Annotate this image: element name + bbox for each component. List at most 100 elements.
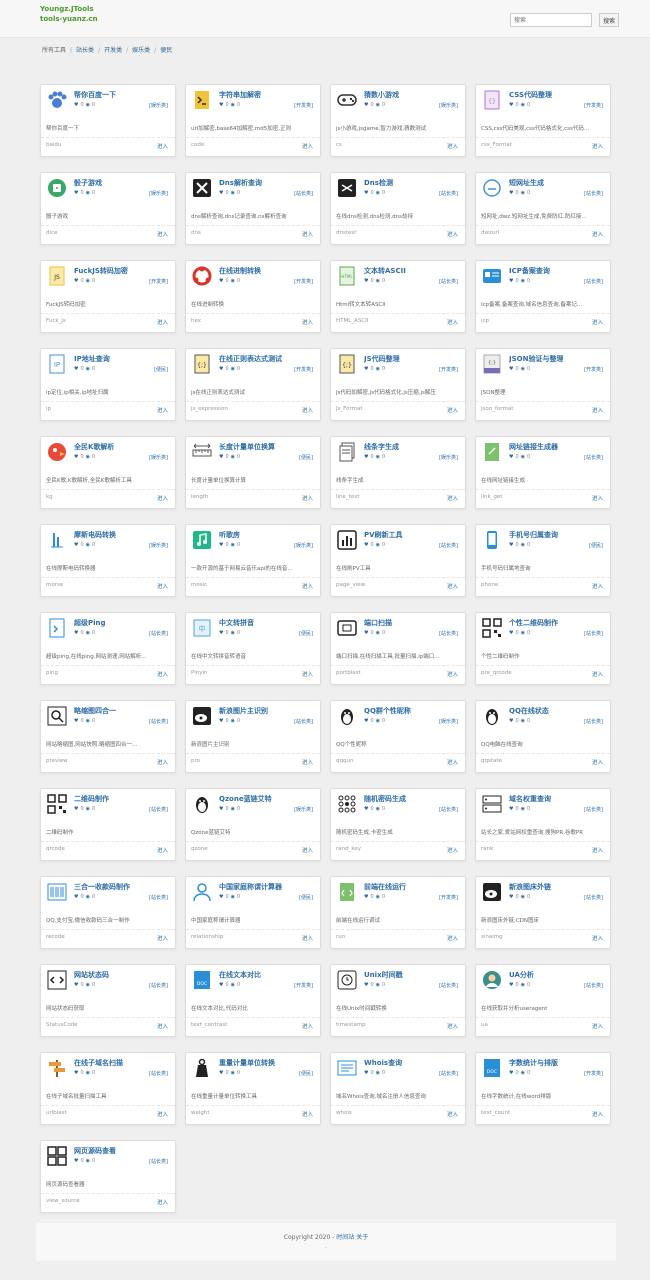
enter-link[interactable]: 进入 xyxy=(592,934,603,942)
tool-category[interactable]: [站长类] xyxy=(149,718,168,725)
enter-link[interactable]: 进入 xyxy=(302,142,313,150)
tool-category[interactable]: [站长类] xyxy=(584,454,603,461)
tool-title[interactable]: Dns检测 xyxy=(364,178,393,188)
enter-link[interactable]: 进入 xyxy=(592,318,603,326)
tool-category[interactable]: [娱乐类] xyxy=(439,718,458,725)
tool-card[interactable]: 三合一收款码制作 ♥ 0 ◉ 0 [站长类] QQ,支付宝,微信收款码三合一制作 re… xyxy=(40,876,176,949)
tool-category[interactable]: [便民] xyxy=(299,1070,313,1077)
nav-convenience[interactable]: 便民 xyxy=(160,47,172,54)
heart-icon[interactable]: ♥ xyxy=(74,454,78,460)
tool-card[interactable]: 随机密码生成 ♥ 0 ◉ 0 [站长类] 随机密码生成,卡密生成 rand_key 进… xyxy=(330,788,466,861)
tool-card[interactable]: {;} JSON验证与整理 ♥ 0 ◉ 0 [开发类] JSON整理 json_for… xyxy=(475,348,611,421)
tool-card[interactable]: 在线进制转换 ♥ 0 ◉ 0 [开发类] 在线进制转换 hex 进入 xyxy=(185,260,321,333)
heart-icon[interactable]: ♥ xyxy=(364,366,368,372)
heart-icon[interactable]: ♥ xyxy=(509,190,513,196)
heart-icon[interactable]: ♥ xyxy=(509,630,513,636)
heart-icon[interactable]: ♥ xyxy=(509,278,513,284)
tool-title[interactable]: 域名权重查询 xyxy=(509,794,551,804)
tool-card[interactable]: 网址链接生成器 ♥ 0 ◉ 0 [站长类] 在线网址链接生成 link_get 进入 xyxy=(475,436,611,509)
enter-link[interactable]: 进入 xyxy=(302,318,313,326)
tool-card[interactable]: DOC 字数统计与排版 ♥ 0 ◉ 0 [开发类] 在线字数统计,在线word排版 t… xyxy=(475,1052,611,1125)
tool-title[interactable]: CSS代码整理 xyxy=(509,90,552,100)
tool-title[interactable]: 网址链接生成器 xyxy=(509,442,558,452)
enter-link[interactable]: 进入 xyxy=(302,1110,313,1118)
heart-icon[interactable]: ♥ xyxy=(509,542,513,548)
tool-category[interactable]: [站长类] xyxy=(584,278,603,285)
heart-icon[interactable]: ♥ xyxy=(74,718,78,724)
tool-title[interactable]: 猜数小游戏 xyxy=(364,90,399,100)
tool-category[interactable]: [站长类] xyxy=(294,190,313,197)
tool-title[interactable]: 略缩图四合一 xyxy=(74,706,116,716)
heart-icon[interactable]: ♥ xyxy=(364,806,368,812)
heart-icon[interactable]: ♥ xyxy=(509,894,513,900)
tool-category[interactable]: [开发类] xyxy=(584,102,603,109)
heart-icon[interactable]: ♥ xyxy=(219,1070,223,1076)
enter-link[interactable]: 进入 xyxy=(447,846,458,854)
enter-link[interactable]: 进入 xyxy=(157,406,168,414)
tool-title[interactable]: IP地址查询 xyxy=(74,354,110,364)
tool-category[interactable]: [站长类] xyxy=(584,190,603,197)
tool-card[interactable]: 帮你百度一下 ♥ 0 ◉ 0 [娱乐类] 帮你百度一下 baidu 进入 xyxy=(40,84,176,157)
tool-title[interactable]: 前端在线运行 xyxy=(364,882,406,892)
tool-category[interactable]: [站长类] xyxy=(149,982,168,989)
tool-card[interactable]: Qzone蓝链艾特 ♥ 0 ◉ 0 [娱乐类] Qzone蓝链艾特 qzone 进入 xyxy=(185,788,321,861)
heart-icon[interactable]: ♥ xyxy=(509,366,513,372)
nav-fun[interactable]: 娱乐类 xyxy=(132,47,150,54)
enter-link[interactable]: 进入 xyxy=(157,494,168,502)
heart-icon[interactable]: ♥ xyxy=(219,278,223,284)
tool-card[interactable]: 网页源码查看 ♥ 0 ◉ 0 [站长类] 网页源码查看器 view_source 进入 xyxy=(40,1140,176,1213)
enter-link[interactable]: 进入 xyxy=(157,758,168,766)
tool-category[interactable]: [娱乐类] xyxy=(439,454,458,461)
enter-link[interactable]: 进入 xyxy=(302,406,313,414)
tool-category[interactable]: [站长类] xyxy=(149,1070,168,1077)
enter-link[interactable]: 进入 xyxy=(157,142,168,150)
enter-link[interactable]: 进入 xyxy=(447,494,458,502)
enter-link[interactable]: 进入 xyxy=(592,142,603,150)
enter-link[interactable]: 进入 xyxy=(447,230,458,238)
heart-icon[interactable]: ♥ xyxy=(219,894,223,900)
heart-icon[interactable]: ♥ xyxy=(74,190,78,196)
tool-category[interactable]: [开发类] xyxy=(294,982,313,989)
tool-title[interactable]: 二维码制作 xyxy=(74,794,109,804)
tool-category[interactable]: [站长类] xyxy=(149,630,168,637)
heart-icon[interactable]: ♥ xyxy=(364,454,368,460)
heart-icon[interactable]: ♥ xyxy=(364,102,368,108)
tool-title[interactable]: 端口扫描 xyxy=(364,618,392,628)
enter-link[interactable]: 进入 xyxy=(157,230,168,238)
tool-category[interactable]: [便民] xyxy=(299,894,313,901)
tool-card[interactable]: ICP备案查询 ♥ 0 ◉ 0 [站长类] Icp备案,备案查询,域名信息查询,备案记… xyxy=(475,260,611,333)
enter-link[interactable]: 进入 xyxy=(592,758,603,766)
heart-icon[interactable]: ♥ xyxy=(74,982,78,988)
tool-card[interactable]: 听歌房 ♥ 0 ◉ 0 [娱乐类] 一款开源的基于网易云音乐api的在线音... mo… xyxy=(185,524,321,597)
tool-title[interactable]: QQ群个性昵称 xyxy=(364,706,411,716)
tool-card[interactable]: 新浪图片主识别 ♥ 0 ◉ 0 [站长类] 新浪图片主识别 pro 进入 xyxy=(185,700,321,773)
tool-category[interactable]: [站长类] xyxy=(584,630,603,637)
enter-link[interactable]: 进入 xyxy=(302,758,313,766)
tool-card[interactable]: IP IP地址查询 ♥ 0 ◉ 0 [便民] ip定位,ip相关,ip地址归属 ip … xyxy=(40,348,176,421)
heart-icon[interactable]: ♥ xyxy=(509,806,513,812)
footer-links[interactable]: 时间站 关于 xyxy=(336,1234,368,1241)
tool-title[interactable]: Unix时间戳 xyxy=(364,970,403,980)
tool-card[interactable]: 前端在线运行 ♥ 0 ◉ 0 [开发类] 前端在线运行调试 run 进入 xyxy=(330,876,466,949)
enter-link[interactable]: 进入 xyxy=(302,670,313,678)
tool-category[interactable]: [站长类] xyxy=(439,982,458,989)
heart-icon[interactable]: ♥ xyxy=(219,454,223,460)
tool-title[interactable]: 字符串加解密 xyxy=(219,90,261,100)
tool-category[interactable]: [站长类] xyxy=(439,806,458,813)
heart-icon[interactable]: ♥ xyxy=(74,1158,78,1164)
enter-link[interactable]: 进入 xyxy=(447,318,458,326)
heart-icon[interactable]: ♥ xyxy=(74,102,78,108)
enter-link[interactable]: 进入 xyxy=(447,1022,458,1030)
site-logo[interactable]: Youngz.JTools tools-yuanz.cn xyxy=(40,4,98,24)
tool-title[interactable]: 网站状态码 xyxy=(74,970,109,980)
enter-link[interactable]: 进入 xyxy=(592,1110,603,1118)
enter-link[interactable]: 进入 xyxy=(447,758,458,766)
tool-card[interactable]: {;} JS代码整理 ♥ 0 ◉ 0 [开发类] Js代码加解密,js代码格式化,js… xyxy=(330,348,466,421)
tool-category[interactable]: [站长类] xyxy=(439,630,458,637)
tool-card[interactable]: 超级Ping ♥ 0 ◉ 0 [站长类] 超级ping,在线ping,网站测速,网站解… xyxy=(40,612,176,685)
tool-category[interactable]: [开发类] xyxy=(439,894,458,901)
enter-link[interactable]: 进入 xyxy=(592,582,603,590)
tool-card[interactable]: 在线子域名扫描 ♥ 0 ◉ 0 [站长类] 在线子域名批量扫描工具 urlblast … xyxy=(40,1052,176,1125)
enter-link[interactable]: 进入 xyxy=(592,230,603,238)
nav-dev[interactable]: 开发类 xyxy=(104,47,122,54)
